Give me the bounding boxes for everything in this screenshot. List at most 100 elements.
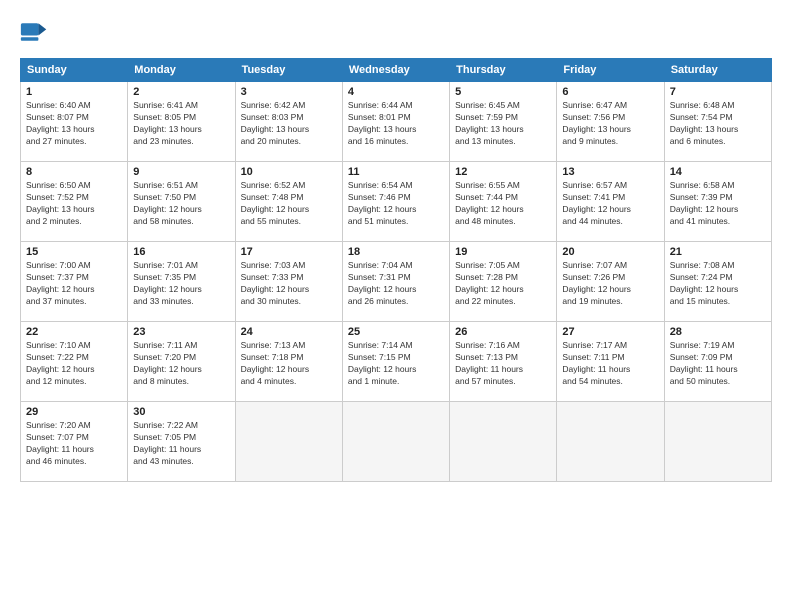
- cell-info: Sunrise: 7:05 AM Sunset: 7:28 PM Dayligh…: [455, 260, 551, 308]
- day-number: 8: [26, 166, 122, 178]
- day-number: 15: [26, 246, 122, 258]
- calendar-cell: 23 Sunrise: 7:11 AM Sunset: 7:20 PM Dayli…: [128, 322, 235, 402]
- calendar-cell: 10 Sunrise: 6:52 AM Sunset: 7:48 PM Dayli…: [235, 162, 342, 242]
- day-number: 6: [562, 86, 658, 98]
- calendar-cell: 18Sunrise: 7:04 AM Sunset: 7:31 PM Dayli…: [342, 242, 449, 322]
- day-header-saturday: Saturday: [664, 59, 771, 82]
- calendar-cell: 19 Sunrise: 7:05 AM Sunset: 7:28 PM Dayli…: [450, 242, 557, 322]
- calendar-cell: 16 Sunrise: 7:01 AM Sunset: 7:35 PM Dayli…: [128, 242, 235, 322]
- logo: [20, 18, 52, 46]
- day-number: 13: [562, 166, 658, 178]
- cell-info: Sunrise: 7:16 AM Sunset: 7:13 PM Dayligh…: [455, 340, 551, 388]
- cell-info: Sunrise: 6:40 AM Sunset: 8:07 PM Dayligh…: [26, 100, 122, 148]
- calendar-cell: 21 Sunrise: 7:08 AM Sunset: 7:24 PM Dayli…: [664, 242, 771, 322]
- calendar-cell: 1 Sunrise: 6:40 AM Sunset: 8:07 PM Daylig…: [21, 82, 128, 162]
- cell-info: Sunrise: 6:57 AM Sunset: 7:41 PM Dayligh…: [562, 180, 658, 228]
- day-number: 26: [455, 326, 551, 338]
- cell-info: Sunrise: 6:58 AM Sunset: 7:39 PM Dayligh…: [670, 180, 766, 228]
- day-number: 25: [348, 326, 444, 338]
- calendar-week-1: 1 Sunrise: 6:40 AM Sunset: 8:07 PM Daylig…: [21, 82, 772, 162]
- calendar-cell: 25 Sunrise: 7:14 AM Sunset: 7:15 PM Dayli…: [342, 322, 449, 402]
- day-header-wednesday: Wednesday: [342, 59, 449, 82]
- cell-info: Sunrise: 7:07 AM Sunset: 7:26 PM Dayligh…: [562, 260, 658, 308]
- cell-info: Sunrise: 6:52 AM Sunset: 7:48 PM Dayligh…: [241, 180, 337, 228]
- day-number: 4: [348, 86, 444, 98]
- cell-info: Sunrise: 6:47 AM Sunset: 7:56 PM Dayligh…: [562, 100, 658, 148]
- cell-info: Sunrise: 6:50 AM Sunset: 7:52 PM Dayligh…: [26, 180, 122, 228]
- cell-info: Sunrise: 7:04 AM Sunset: 7:31 PM Dayligh…: [348, 260, 444, 308]
- day-number: 3: [241, 86, 337, 98]
- cell-info: Sunrise: 7:08 AM Sunset: 7:24 PM Dayligh…: [670, 260, 766, 308]
- calendar-cell: 28 Sunrise: 7:19 AM Sunset: 7:09 PM Dayli…: [664, 322, 771, 402]
- page-header: [20, 18, 772, 46]
- day-number: 10: [241, 166, 337, 178]
- day-number: 1: [26, 86, 122, 98]
- calendar-cell: 26 Sunrise: 7:16 AM Sunset: 7:13 PM Dayli…: [450, 322, 557, 402]
- calendar-week-3: 15 Sunrise: 7:00 AM Sunset: 7:37 PM Dayli…: [21, 242, 772, 322]
- calendar-cell: 24 Sunrise: 7:13 AM Sunset: 7:18 PM Dayli…: [235, 322, 342, 402]
- calendar-cell: 5 Sunrise: 6:45 AM Sunset: 7:59 PM Daylig…: [450, 82, 557, 162]
- day-number: 2: [133, 86, 229, 98]
- day-number: 7: [670, 86, 766, 98]
- cell-info: Sunrise: 7:20 AM Sunset: 7:07 PM Dayligh…: [26, 420, 122, 468]
- day-number: 22: [26, 326, 122, 338]
- cell-info: Sunrise: 7:13 AM Sunset: 7:18 PM Dayligh…: [241, 340, 337, 388]
- cell-info: Sunrise: 6:44 AM Sunset: 8:01 PM Dayligh…: [348, 100, 444, 148]
- day-header-thursday: Thursday: [450, 59, 557, 82]
- calendar-cell: 8 Sunrise: 6:50 AM Sunset: 7:52 PM Daylig…: [21, 162, 128, 242]
- calendar-table: SundayMondayTuesdayWednesdayThursdayFrid…: [20, 58, 772, 482]
- day-header-monday: Monday: [128, 59, 235, 82]
- calendar-cell: 17Sunrise: 7:03 AM Sunset: 7:33 PM Dayli…: [235, 242, 342, 322]
- calendar-cell: 9 Sunrise: 6:51 AM Sunset: 7:50 PM Daylig…: [128, 162, 235, 242]
- cell-info: Sunrise: 6:51 AM Sunset: 7:50 PM Dayligh…: [133, 180, 229, 228]
- day-number: 12: [455, 166, 551, 178]
- day-number: 19: [455, 246, 551, 258]
- calendar-cell: 20 Sunrise: 7:07 AM Sunset: 7:26 PM Dayli…: [557, 242, 664, 322]
- day-number: 16: [133, 246, 229, 258]
- calendar-cell: 27Sunrise: 7:17 AM Sunset: 7:11 PM Dayli…: [557, 322, 664, 402]
- calendar-cell: [342, 402, 449, 482]
- cell-info: Sunrise: 6:45 AM Sunset: 7:59 PM Dayligh…: [455, 100, 551, 148]
- day-number: 11: [348, 166, 444, 178]
- day-number: 23: [133, 326, 229, 338]
- calendar-cell: 13 Sunrise: 6:57 AM Sunset: 7:41 PM Dayli…: [557, 162, 664, 242]
- calendar-cell: 6 Sunrise: 6:47 AM Sunset: 7:56 PM Daylig…: [557, 82, 664, 162]
- calendar-week-5: 29Sunrise: 7:20 AM Sunset: 7:07 PM Dayli…: [21, 402, 772, 482]
- calendar-week-4: 22 Sunrise: 7:10 AM Sunset: 7:22 PM Dayli…: [21, 322, 772, 402]
- calendar-cell: 22 Sunrise: 7:10 AM Sunset: 7:22 PM Dayli…: [21, 322, 128, 402]
- cell-info: Sunrise: 7:11 AM Sunset: 7:20 PM Dayligh…: [133, 340, 229, 388]
- day-number: 21: [670, 246, 766, 258]
- calendar-cell: [235, 402, 342, 482]
- day-number: 24: [241, 326, 337, 338]
- cell-info: Sunrise: 6:48 AM Sunset: 7:54 PM Dayligh…: [670, 100, 766, 148]
- day-number: 28: [670, 326, 766, 338]
- calendar-cell: [664, 402, 771, 482]
- days-header-row: SundayMondayTuesdayWednesdayThursdayFrid…: [21, 59, 772, 82]
- day-header-sunday: Sunday: [21, 59, 128, 82]
- cell-info: Sunrise: 7:17 AM Sunset: 7:11 PM Dayligh…: [562, 340, 658, 388]
- cell-info: Sunrise: 7:19 AM Sunset: 7:09 PM Dayligh…: [670, 340, 766, 388]
- calendar-cell: 11 Sunrise: 6:54 AM Sunset: 7:46 PM Dayli…: [342, 162, 449, 242]
- cell-info: Sunrise: 6:41 AM Sunset: 8:05 PM Dayligh…: [133, 100, 229, 148]
- calendar-cell: 30 Sunrise: 7:22 AM Sunset: 7:05 PM Dayli…: [128, 402, 235, 482]
- day-number: 14: [670, 166, 766, 178]
- calendar-cell: 4 Sunrise: 6:44 AM Sunset: 8:01 PM Daylig…: [342, 82, 449, 162]
- cell-info: Sunrise: 7:00 AM Sunset: 7:37 PM Dayligh…: [26, 260, 122, 308]
- calendar-cell: 12Sunrise: 6:55 AM Sunset: 7:44 PM Dayli…: [450, 162, 557, 242]
- calendar-cell: 29Sunrise: 7:20 AM Sunset: 7:07 PM Dayli…: [21, 402, 128, 482]
- calendar-week-2: 8 Sunrise: 6:50 AM Sunset: 7:52 PM Daylig…: [21, 162, 772, 242]
- day-number: 20: [562, 246, 658, 258]
- cell-info: Sunrise: 6:54 AM Sunset: 7:46 PM Dayligh…: [348, 180, 444, 228]
- day-header-tuesday: Tuesday: [235, 59, 342, 82]
- cell-info: Sunrise: 7:01 AM Sunset: 7:35 PM Dayligh…: [133, 260, 229, 308]
- calendar-cell: 3 Sunrise: 6:42 AM Sunset: 8:03 PM Daylig…: [235, 82, 342, 162]
- cell-info: Sunrise: 7:03 AM Sunset: 7:33 PM Dayligh…: [241, 260, 337, 308]
- cell-info: Sunrise: 7:14 AM Sunset: 7:15 PM Dayligh…: [348, 340, 444, 388]
- day-number: 5: [455, 86, 551, 98]
- day-number: 30: [133, 406, 229, 418]
- calendar-cell: 15 Sunrise: 7:00 AM Sunset: 7:37 PM Dayli…: [21, 242, 128, 322]
- day-number: 9: [133, 166, 229, 178]
- cell-info: Sunrise: 7:22 AM Sunset: 7:05 PM Dayligh…: [133, 420, 229, 468]
- cell-info: Sunrise: 7:10 AM Sunset: 7:22 PM Dayligh…: [26, 340, 122, 388]
- cell-info: Sunrise: 6:42 AM Sunset: 8:03 PM Dayligh…: [241, 100, 337, 148]
